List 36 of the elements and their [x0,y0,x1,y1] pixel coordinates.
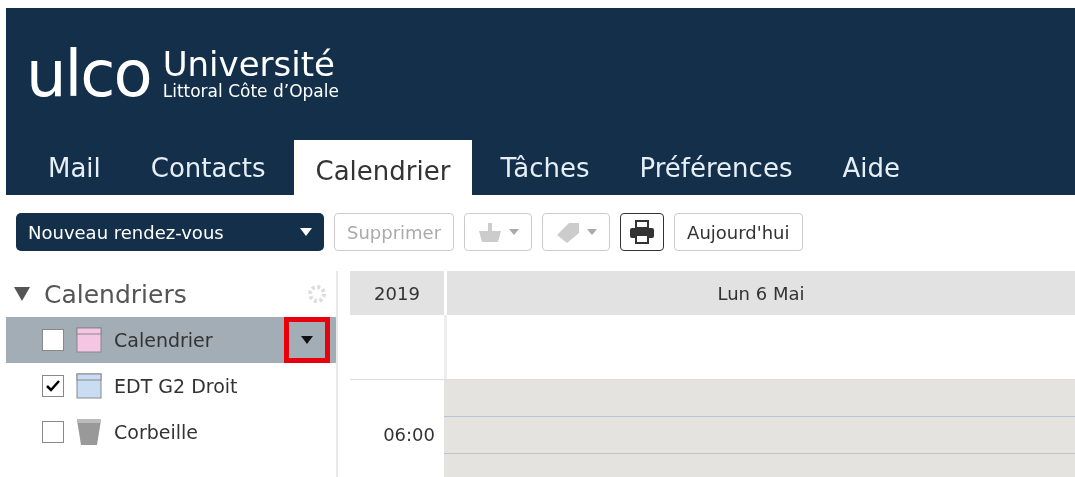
caret-icon [509,229,520,235]
logo: ulco [26,42,151,106]
checkmark-icon [46,380,60,392]
today-button[interactable]: Aujourd'hui [674,213,803,251]
checkbox[interactable] [42,421,64,443]
calendar-row[interactable]: Calendrier [6,317,336,363]
site-title: Université [162,47,335,81]
nav-tab[interactable]: Aide [820,140,922,195]
tag-icon [555,221,582,243]
calendar-name: EDT G2 Droit [114,375,239,397]
site-subtitle: Littoral Côte d’Opale [162,81,339,101]
nav-tab[interactable]: Préférences [617,140,815,195]
trash-icon [76,418,102,446]
nav-tab[interactable]: Mail [26,140,123,195]
caret-icon [301,336,313,344]
printer-icon [629,220,656,244]
caret-icon [300,228,312,236]
calendar-name: Calendrier [114,329,214,351]
expand-triangle-icon[interactable] [14,287,30,301]
calendar-row[interactable]: EDT G2 Droit [6,363,336,409]
checkbox[interactable] [42,329,64,351]
nav-tab[interactable]: Contacts [128,140,288,195]
print-button[interactable] [620,213,665,251]
calendars-heading: Calendriers [44,279,188,309]
calendar-name: Corbeille [114,421,199,443]
basket-icon [477,221,504,243]
time-label: 06:00 [383,424,436,445]
new-appointment-button[interactable]: Nouveau rendez-vous [16,213,324,251]
checkbox[interactable] [42,375,64,397]
menu-button[interactable] [284,317,330,363]
day-header[interactable]: Lun 6 Mai [447,271,1075,315]
calendar-row[interactable]: Corbeille [6,409,336,455]
nav-tab[interactable]: Tâches [478,140,612,195]
nav-tab[interactable]: Calendrier [293,140,473,195]
year-header: 2019 [350,271,447,315]
caret-icon [587,229,598,235]
